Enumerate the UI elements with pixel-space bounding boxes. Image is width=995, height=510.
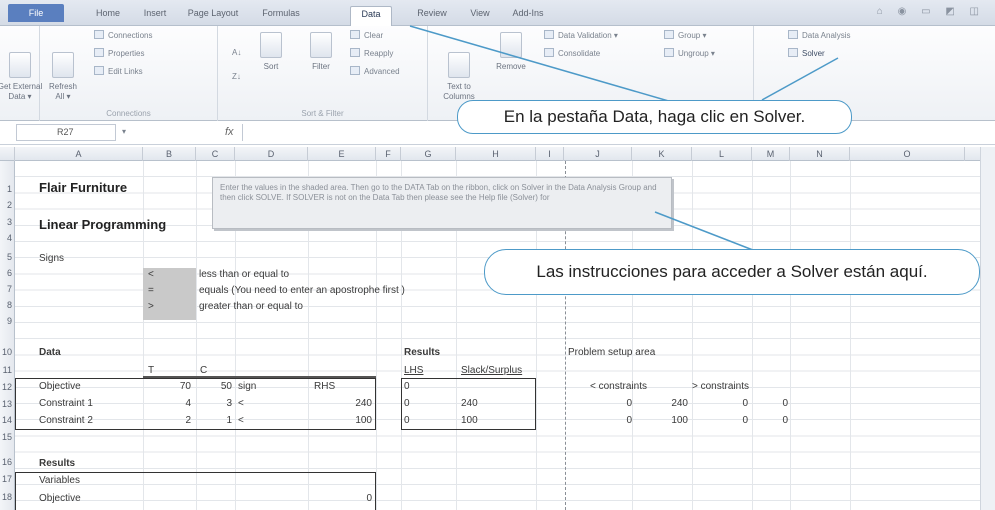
solver-leader-line-2: [761, 57, 839, 101]
callout-solver: En la pestaña Data, haga clic en Solver.: [457, 100, 852, 134]
callout-instructions: Las instrucciones para acceder a Solver …: [484, 249, 980, 295]
solver-leader-line: [409, 25, 673, 103]
instructions-leader-line: [654, 211, 759, 253]
